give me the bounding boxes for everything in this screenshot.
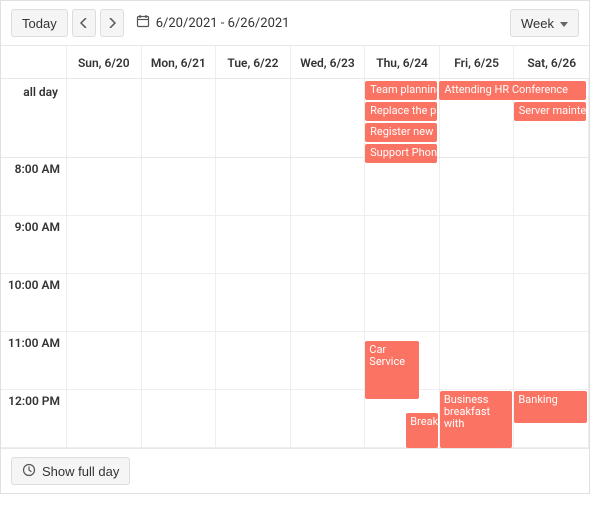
next-button[interactable]	[100, 9, 124, 37]
time-slot[interactable]	[291, 274, 365, 332]
time-slot[interactable]	[216, 332, 290, 390]
time-slot[interactable]	[67, 332, 141, 390]
time-slot[interactable]	[514, 332, 588, 390]
allday-cell[interactable]	[67, 79, 142, 157]
day-column[interactable]	[67, 158, 142, 448]
day-column[interactable]	[142, 158, 217, 448]
time-slot[interactable]	[514, 274, 588, 332]
time-label: 9:00 AM	[1, 216, 66, 274]
day-columns: Car Service BreakBusiness breakfast withB…	[67, 158, 589, 448]
show-full-day-button[interactable]: Show full day	[11, 457, 130, 485]
time-slot[interactable]	[514, 158, 588, 216]
allday-event[interactable]: Replace the p	[365, 102, 437, 121]
time-slot[interactable]	[142, 274, 216, 332]
chevron-down-icon	[560, 16, 568, 31]
time-slot[interactable]	[216, 216, 290, 274]
view-selector-label: Week	[521, 16, 554, 31]
day-header[interactable]: Mon, 6/21	[142, 46, 217, 78]
time-slot[interactable]	[440, 158, 514, 216]
time-slot[interactable]	[291, 332, 365, 390]
day-header[interactable]: Thu, 6/24	[365, 46, 440, 78]
allday-cells[interactable]: Team planningAttending HR ConferenceRepl…	[67, 79, 589, 157]
time-slot[interactable]	[291, 216, 365, 274]
time-slot[interactable]	[365, 216, 439, 274]
allday-event[interactable]: Team planning	[365, 81, 437, 100]
day-header[interactable]: Fri, 6/25	[440, 46, 515, 78]
time-label: 8:00 AM	[1, 158, 66, 216]
clock-icon	[22, 463, 36, 480]
day-column[interactable]	[216, 158, 291, 448]
calendar-footer: Show full day	[1, 448, 589, 493]
date-range[interactable]: 6/20/2021 - 6/26/2021	[136, 14, 290, 32]
allday-event[interactable]: Attending HR Conference	[439, 81, 586, 100]
chevron-right-icon	[108, 16, 116, 31]
time-slot[interactable]	[365, 274, 439, 332]
day-column[interactable]	[365, 158, 440, 448]
time-slot[interactable]	[440, 274, 514, 332]
time-label: 12:00 PM	[1, 390, 66, 448]
time-event[interactable]: Car Service	[365, 341, 419, 399]
time-event[interactable]: Banking	[514, 391, 587, 423]
show-full-day-label: Show full day	[42, 464, 119, 479]
allday-cell[interactable]	[142, 79, 217, 157]
prev-button[interactable]	[72, 9, 96, 37]
day-header-row: Sun, 6/20 Mon, 6/21 Tue, 6/22 Wed, 6/23 …	[1, 46, 589, 79]
allday-label: all day	[1, 79, 67, 157]
calendar-week-view: Today 6/20/2021 - 6/26/2021 Week	[0, 0, 590, 494]
time-slot[interactable]	[67, 390, 141, 448]
allday-cell[interactable]	[291, 79, 366, 157]
time-slot[interactable]	[142, 216, 216, 274]
date-range-text: 6/20/2021 - 6/26/2021	[156, 16, 290, 31]
day-header[interactable]: Tue, 6/22	[216, 46, 291, 78]
calendar-toolbar: Today 6/20/2021 - 6/26/2021 Week	[1, 1, 589, 46]
allday-event[interactable]: Register new	[365, 123, 437, 142]
time-slot[interactable]	[67, 158, 141, 216]
calendar-icon	[136, 14, 150, 32]
time-label: 11:00 AM	[1, 332, 66, 390]
time-slot[interactable]	[440, 216, 514, 274]
time-slot[interactable]	[142, 158, 216, 216]
day-header[interactable]: Sun, 6/20	[67, 46, 142, 78]
time-event[interactable]: Break	[406, 413, 438, 448]
view-selector-button[interactable]: Week	[510, 9, 579, 37]
time-slot[interactable]	[440, 332, 514, 390]
time-slot[interactable]	[67, 216, 141, 274]
allday-cell[interactable]	[216, 79, 291, 157]
time-slot[interactable]	[142, 332, 216, 390]
allday-section: all day Team planningAttending HR Confer…	[1, 79, 589, 158]
time-slot[interactable]	[216, 390, 290, 448]
time-labels-column: 8:00 AM 9:00 AM 10:00 AM 11:00 AM 12:00 …	[1, 158, 67, 448]
time-grid: 8:00 AM 9:00 AM 10:00 AM 11:00 AM 12:00 …	[1, 158, 589, 448]
today-button[interactable]: Today	[11, 9, 68, 37]
time-slot[interactable]	[514, 216, 588, 274]
time-label: 10:00 AM	[1, 274, 66, 332]
time-slot[interactable]	[291, 390, 365, 448]
time-event[interactable]: Business breakfast with	[440, 391, 513, 448]
time-column-header	[1, 46, 67, 78]
day-column[interactable]	[291, 158, 366, 448]
time-slot[interactable]	[67, 274, 141, 332]
time-slot[interactable]	[291, 158, 365, 216]
chevron-left-icon	[80, 16, 88, 31]
allday-event[interactable]: Server mainte	[514, 102, 586, 121]
day-header[interactable]: Wed, 6/23	[291, 46, 366, 78]
time-slot[interactable]	[216, 274, 290, 332]
day-header[interactable]: Sat, 6/26	[514, 46, 589, 78]
time-slot[interactable]	[216, 158, 290, 216]
time-slot[interactable]	[142, 390, 216, 448]
time-slot[interactable]	[365, 158, 439, 216]
